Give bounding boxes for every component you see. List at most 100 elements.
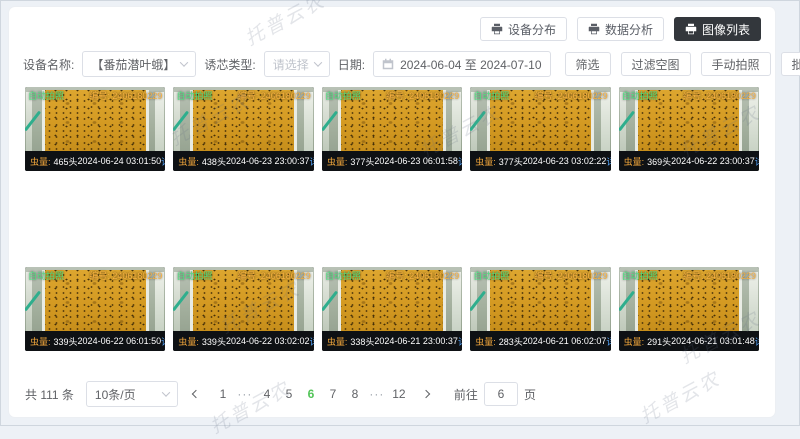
auto-capture-overlay: 自动拍照	[325, 269, 361, 282]
filter-action-button-2[interactable]: 过滤空图	[621, 52, 691, 76]
auto-capture-overlay: 自动拍照	[176, 269, 212, 282]
page-size-select[interactable]: 10条/页	[86, 381, 178, 407]
detail-link[interactable]: 详情	[458, 335, 462, 348]
page-number-6[interactable]: 6	[302, 385, 320, 403]
detail-link[interactable]: 详情	[755, 335, 759, 348]
trap-image-card[interactable]: 自动拍照编号: 2406180229虫量:339头2024-06-22 06:0…	[25, 267, 165, 351]
insect-count: 虫量:339头	[30, 335, 78, 348]
page-number-5[interactable]: 5	[280, 385, 298, 403]
device-id-overlay: 编号: 2406180229	[89, 89, 162, 102]
image-info-bar: 虫量:283头2024-06-21 06:02:07详情	[470, 331, 610, 351]
auto-capture-overlay: 自动拍照	[325, 89, 361, 102]
image-info-bar: 虫量:369头2024-06-22 23:00:37详情	[619, 151, 759, 171]
device-id-overlay: 编号: 2406180229	[238, 89, 311, 102]
trap-photo: 自动拍照 编号: 2406180229	[25, 87, 165, 151]
page-number-7[interactable]: 7	[324, 385, 342, 403]
insect-count-label: 虫量:	[327, 335, 348, 348]
trap-image-card[interactable]: 自动拍照编号: 2406180229虫量:291头2024-06-21 03:0…	[619, 267, 759, 351]
capture-time: 2024-06-21 03:01:48	[671, 336, 755, 346]
capture-time: 2024-06-21 23:00:37	[374, 336, 458, 346]
trap-image-card[interactable]: 自动拍照编号: 2406180229虫量:283头2024-06-21 06:0…	[470, 267, 610, 351]
detail-link[interactable]: 详情	[755, 155, 759, 168]
lure-type-select[interactable]: 请选择	[264, 51, 330, 77]
capture-time: 2024-06-23 23:00:37	[226, 156, 310, 166]
trap-photo: 自动拍照编号: 2406180229	[619, 87, 759, 151]
detail-link[interactable]: 详情	[310, 155, 314, 168]
auto-capture-overlay: 自动拍照	[622, 269, 658, 282]
image-info-bar: 虫量:465头2024-06-24 03:01:50详情	[25, 151, 165, 171]
view-tab-设备分布[interactable]: 设备分布	[480, 17, 567, 41]
detail-link[interactable]: 详情	[606, 335, 610, 348]
goto-page-input[interactable]	[484, 382, 518, 406]
trap-image-card[interactable]: 自动拍照编号: 2406180229虫量:369头2024-06-22 23:0…	[619, 87, 759, 171]
detail-link[interactable]: 详情	[161, 155, 165, 168]
image-info-bar: 虫量:291头2024-06-21 03:01:48详情	[619, 331, 759, 351]
page-number-8[interactable]: 8	[346, 385, 364, 403]
insect-count: 虫量:438头	[178, 155, 226, 168]
page-number-4[interactable]: 4	[258, 385, 276, 403]
filter-action-button-1[interactable]: 筛选	[565, 52, 611, 76]
insect-count-value: 377头	[499, 155, 523, 168]
chevron-left-icon	[192, 390, 200, 398]
insect-count-value: 339头	[202, 335, 226, 348]
trap-image-card[interactable]: 自动拍照编号: 2406180229 虫量:438头2024-06-23 23:0…	[173, 87, 313, 171]
page-size-value: 10条/页	[95, 386, 136, 403]
capture-time: 2024-06-22 23:00:37	[671, 156, 755, 166]
auto-capture-overlay: 自动拍照	[28, 89, 64, 102]
date-range-value: 2024-06-04 至 2024-07-10	[400, 56, 541, 73]
image-info-bar: 虫量:339头2024-06-22 03:02:02详情	[173, 331, 313, 351]
image-info-bar: 虫量:377头2024-06-23 06:01:58详情	[322, 151, 462, 171]
trap-photo: 自动拍照编号: 2406180229	[173, 87, 313, 151]
trap-image-card[interactable]: 自动拍照编号: 2406180229虫量:377头2024-06-23 06:0…	[322, 87, 462, 171]
insect-count-label: 虫量:	[30, 335, 51, 348]
page-number-1[interactable]: 1	[214, 385, 232, 403]
image-grid-row-1: 自动拍照 编号: 2406180229 虫量:465头2024-06-24 03:0…	[9, 87, 775, 171]
view-tab-label: 数据分析	[605, 21, 653, 38]
insect-count-value: 369头	[647, 155, 671, 168]
pest-monitor-page: { "watermark": { "text": "托普云农" }, "topb…	[0, 0, 800, 426]
insect-count: 虫量:377头	[327, 155, 375, 168]
trap-image-card[interactable]: 自动拍照编号: 2406180229虫量:339头2024-06-22 03:0…	[173, 267, 313, 351]
page-numbers: 1···45678···12	[214, 385, 408, 403]
topbar: 设备分布 数据分析 图像列表	[9, 7, 775, 41]
insect-count-value: 338头	[350, 335, 374, 348]
device-id-overlay: 编号: 2406180229	[535, 89, 608, 102]
date-range-input[interactable]: 2024-06-04 至 2024-07-10	[373, 51, 550, 77]
total-count-label: 共 111 条	[25, 386, 74, 403]
insect-count-label: 虫量:	[178, 155, 199, 168]
auto-capture-overlay: 自动拍照	[622, 89, 658, 102]
capture-time: 2024-06-23 06:01:58	[374, 156, 458, 166]
trap-image-card[interactable]: 自动拍照编号: 2406180229虫量:377头2024-06-23 03:0…	[470, 87, 610, 171]
filter-row: 设备名称: 【番茄潜叶蛾】 诱芯类型: 请选择 日期: 2024-06-04 至…	[9, 41, 775, 77]
trap-photo: 自动拍照编号: 2406180229	[322, 87, 462, 151]
filter-action-button-3[interactable]: 手动拍照	[701, 52, 771, 76]
insect-count-value: 377头	[350, 155, 374, 168]
printer-icon	[685, 23, 697, 35]
insect-count: 虫量:291头	[624, 335, 672, 348]
device-name-select[interactable]: 【番茄潜叶蛾】	[82, 51, 196, 77]
page-number-12[interactable]: 12	[390, 385, 408, 403]
trap-image-card[interactable]: 自动拍照编号: 2406180229虫量:338头2024-06-21 23:0…	[322, 267, 462, 351]
trap-image-card[interactable]: 自动拍照 编号: 2406180229 虫量:465头2024-06-24 03:0…	[25, 87, 165, 171]
printer-icon	[588, 23, 600, 35]
detail-link[interactable]: 详情	[161, 335, 165, 348]
insect-count-label: 虫量:	[475, 155, 496, 168]
calendar-icon	[382, 58, 394, 70]
view-tab-数据分析[interactable]: 数据分析	[577, 17, 664, 41]
view-tab-图像列表[interactable]: 图像列表	[674, 17, 761, 41]
prev-page-button[interactable]	[186, 383, 206, 405]
detail-link[interactable]: 详情	[458, 155, 462, 168]
lure-type-placeholder: 请选择	[273, 56, 309, 73]
insect-count-label: 虫量:	[624, 155, 645, 168]
image-grid-row-2: 自动拍照编号: 2406180229虫量:339头2024-06-22 06:0…	[9, 267, 775, 351]
insect-count: 虫量:338头	[327, 335, 375, 348]
capture-time: 2024-06-22 06:01:50	[78, 336, 162, 346]
date-label: 日期:	[338, 56, 365, 73]
next-page-button[interactable]	[416, 383, 436, 405]
detail-link[interactable]: 详情	[310, 335, 314, 348]
insect-count-label: 虫量:	[327, 155, 348, 168]
detail-link[interactable]: 详情	[606, 155, 610, 168]
goto-suffix-label: 页	[524, 386, 536, 403]
image-info-bar: 虫量:339头2024-06-22 06:01:50详情	[25, 331, 165, 351]
filter-action-button-4[interactable]: 批量识别	[781, 52, 800, 76]
